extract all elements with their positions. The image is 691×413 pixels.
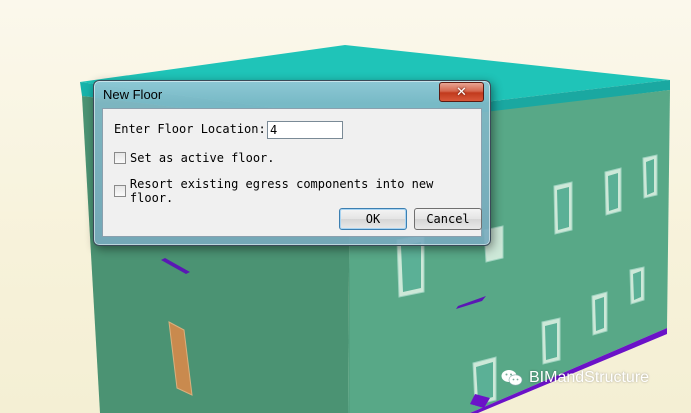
new-floor-dialog[interactable]: New Floor ✕ Enter Floor Location: 4 Set …: [93, 80, 491, 246]
close-button[interactable]: ✕: [439, 82, 484, 102]
active-floor-option[interactable]: Set as active floor.: [114, 151, 275, 165]
watermark-text: BIMandStructure: [529, 369, 650, 386]
resort-egress-option[interactable]: Resort existing egress components into n…: [114, 177, 481, 205]
dialog-title: New Floor: [103, 87, 163, 102]
ok-button[interactable]: OK: [339, 208, 407, 230]
active-floor-label: Set as active floor.: [130, 151, 275, 165]
dialog-titlebar[interactable]: New Floor ✕: [94, 81, 490, 107]
resort-egress-checkbox[interactable]: [114, 185, 126, 197]
cancel-button[interactable]: Cancel: [414, 208, 482, 230]
dialog-body: Enter Floor Location: 4 Set as active fl…: [102, 108, 482, 237]
watermark: BIMandStructure: [501, 369, 649, 387]
resort-egress-label: Resort existing egress components into n…: [129, 177, 434, 205]
active-floor-checkbox[interactable]: [114, 152, 126, 164]
close-icon: ✕: [456, 84, 467, 100]
floor-location-input[interactable]: 4: [267, 121, 343, 139]
floor-location-label: Enter Floor Location:: [114, 122, 266, 136]
wechat-icon: [501, 369, 523, 387]
